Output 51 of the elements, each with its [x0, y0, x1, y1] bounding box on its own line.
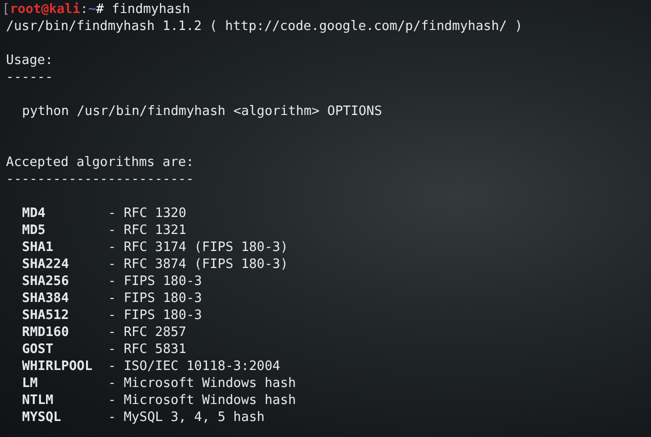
algorithm-description: RFC 2857	[124, 324, 186, 341]
separator-dash: -	[108, 205, 116, 222]
algorithm-name: SHA224	[22, 256, 70, 273]
algorithm-name: NTLM	[22, 392, 54, 409]
algorithm-description: FIPS 180-3	[124, 307, 202, 324]
heading-underline: ------------------------	[6, 171, 194, 188]
algorithm-name: GOST	[22, 341, 54, 358]
separator-dash: -	[108, 256, 116, 273]
prompt-user-host: root@kali	[10, 1, 80, 18]
algorithm-name: RMD160	[22, 324, 70, 341]
algorithm-description: Microsoft Windows hash	[124, 375, 296, 392]
algorithm-name: SHA512	[22, 307, 70, 324]
algorithm-description: Microsoft Windows hash	[124, 392, 296, 409]
algorithm-name: SHA256	[22, 273, 70, 290]
algorithm-description: RFC 5831	[124, 341, 186, 358]
prompt-path: ~	[88, 1, 96, 18]
prompt-colon: :	[80, 1, 88, 18]
command-text: findmyhash	[112, 1, 190, 18]
usage-command: python /usr/bin/findmyhash <algorithm> OPTIONS	[22, 103, 382, 120]
prompt-symbol: #	[96, 1, 104, 18]
algorithm-name: WHIRLPOOL	[22, 358, 94, 375]
banner-text: /usr/bin/findmyhash 1.1.2 ( http://code.google.com/p/findmyhash/ )	[6, 18, 523, 35]
algorithm-name: MD5	[22, 222, 46, 239]
algorithms-heading: Accepted algorithms are:	[6, 154, 194, 171]
separator-dash: -	[108, 409, 116, 426]
prompt-bracket: [	[2, 1, 10, 18]
separator-dash: -	[108, 222, 116, 239]
algorithm-description: RFC 3874 (FIPS 180-3)	[124, 256, 288, 273]
algorithm-description: RFC 3174 (FIPS 180-3)	[124, 239, 288, 256]
algorithm-name: SHA1	[22, 239, 54, 256]
algorithm-description: FIPS 180-3	[124, 273, 202, 290]
separator-dash: -	[108, 358, 116, 375]
algorithm-description: ISO/IEC 10118-3:2004	[124, 358, 280, 375]
algorithm-description: FIPS 180-3	[124, 290, 202, 307]
separator-dash: -	[108, 307, 116, 324]
algorithm-description: MySQL 3, 4, 5 hash	[124, 409, 265, 426]
algorithm-name: SHA384	[22, 290, 70, 307]
separator-dash: -	[108, 239, 116, 256]
separator-dash: -	[108, 290, 116, 307]
separator-dash: -	[108, 392, 116, 409]
separator-dash: -	[108, 341, 116, 358]
heading-underline: ------	[6, 69, 53, 86]
separator-dash: -	[108, 324, 116, 341]
algorithm-name: MD4	[22, 205, 46, 222]
separator-dash: -	[108, 375, 116, 392]
separator-dash: -	[108, 273, 116, 290]
usage-heading: Usage:	[6, 52, 53, 69]
algorithm-name: LM	[22, 375, 39, 392]
algorithm-name: MYSQL	[22, 409, 62, 426]
algorithm-description: RFC 1321	[124, 222, 186, 239]
algorithm-description: RFC 1320	[124, 205, 186, 222]
